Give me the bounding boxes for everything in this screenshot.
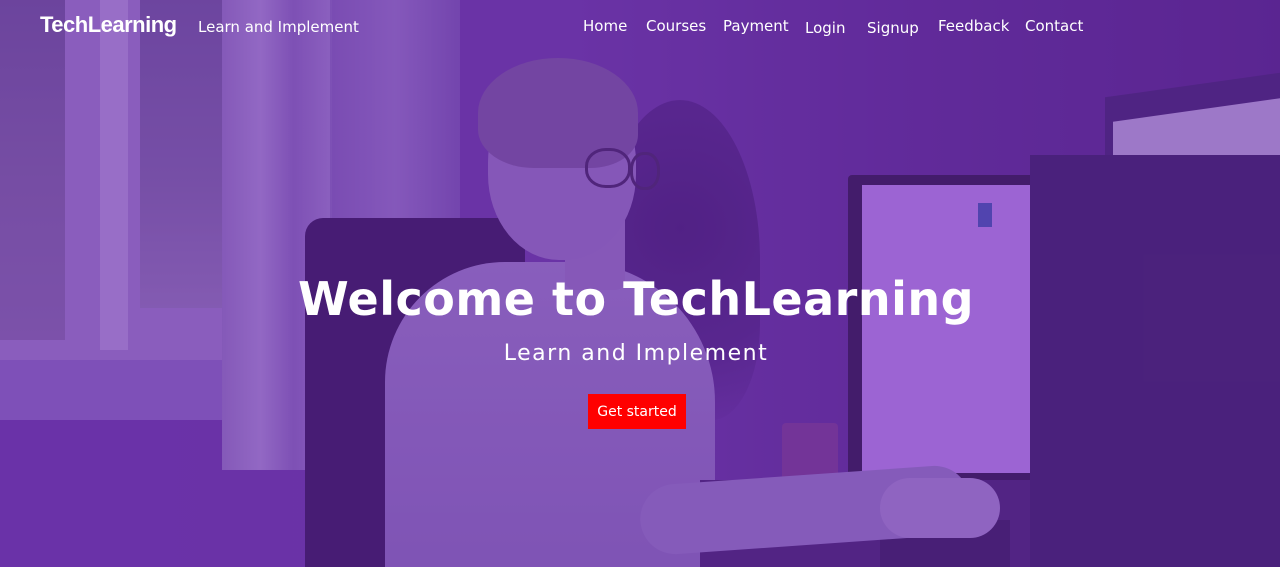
navbar: TechLearning Learn and Implement Home Co…	[0, 0, 1280, 54]
nav-item-courses[interactable]: Courses	[646, 17, 706, 35]
hero-subtitle: Learn and Implement	[503, 341, 769, 366]
nav-item-contact[interactable]: Contact	[1025, 17, 1083, 35]
get-started-button[interactable]: Get started	[588, 394, 686, 429]
nav-item-feedback[interactable]: Feedback	[938, 17, 1009, 35]
brand-tagline: Learn and Implement	[198, 18, 359, 36]
nav-item-home[interactable]: Home	[583, 17, 627, 35]
nav-item-login[interactable]: Login	[805, 19, 845, 37]
brand-logo[interactable]: TechLearning	[40, 12, 177, 38]
nav-item-signup[interactable]: Signup	[867, 19, 919, 37]
hero-title: Welcome to TechLearning	[297, 272, 975, 326]
hero-section: TechLearning Learn and Implement Home Co…	[0, 0, 1280, 567]
nav-item-payment[interactable]: Payment	[723, 17, 789, 35]
